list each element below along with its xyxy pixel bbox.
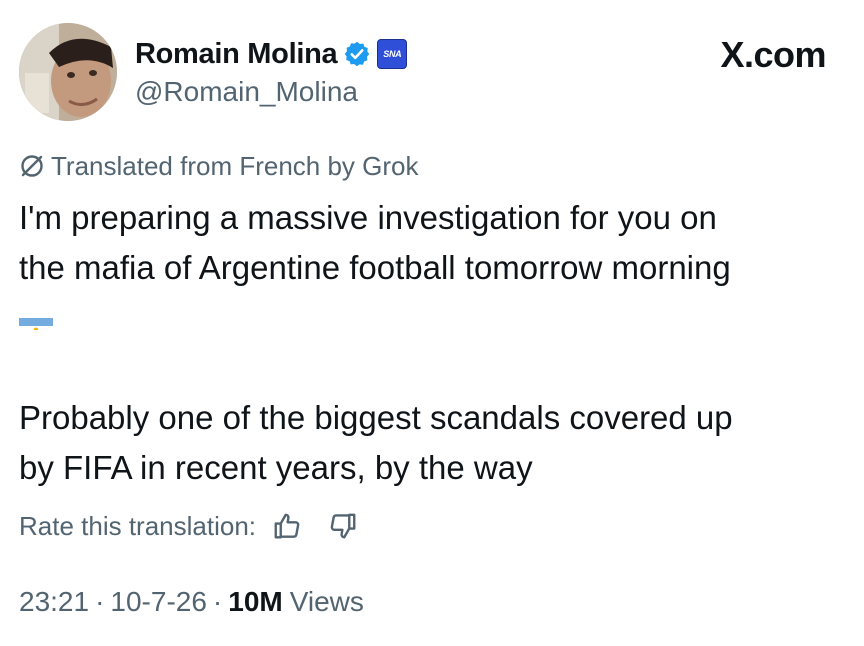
rate-translation-label: Rate this translation: bbox=[19, 510, 257, 541]
author-display-name[interactable]: Romain Molina bbox=[135, 38, 338, 71]
tweet-line: the mafia of Argentine football tomorrow… bbox=[19, 249, 731, 286]
argentina-flag-icon bbox=[19, 306, 53, 330]
tweet-meta: 23:21 · 10-7-26 · 10M Views bbox=[19, 584, 364, 620]
translation-notice: Translated from French by Grok bbox=[19, 150, 419, 182]
tweet-date[interactable]: 10-7-26 bbox=[110, 586, 207, 618]
tweet-flag-line bbox=[19, 293, 849, 343]
rate-translation-row: Rate this translation: bbox=[19, 508, 360, 544]
views-count[interactable]: 10M bbox=[228, 586, 282, 618]
verified-check-icon[interactable] bbox=[343, 40, 371, 68]
thumbs-down-button[interactable] bbox=[326, 509, 360, 543]
brand-label: X.com bbox=[720, 34, 826, 75]
thumbs-up-icon bbox=[274, 513, 300, 539]
author-name-row: Romain Molina SNA bbox=[135, 34, 408, 74]
tweet-line: Probably one of the biggest scandals cov… bbox=[19, 399, 733, 436]
tweet-body: I'm preparing a massive investigation fo… bbox=[19, 193, 849, 493]
avatar-photo bbox=[19, 23, 117, 121]
avatar[interactable] bbox=[19, 23, 117, 121]
tweet-line: by FIFA in recent years, by the way bbox=[19, 449, 533, 486]
tweet-line: I'm preparing a massive investigation fo… bbox=[19, 199, 717, 236]
grok-icon bbox=[19, 153, 45, 179]
thumbs-up-button[interactable] bbox=[270, 509, 304, 543]
translation-notice-text: Translated from French by Grok bbox=[51, 150, 419, 181]
views-label: Views bbox=[289, 586, 364, 617]
thumbs-down-icon bbox=[330, 513, 356, 539]
meta-separator: · bbox=[95, 586, 105, 617]
affiliate-badge[interactable]: SNA bbox=[377, 39, 408, 69]
author-handle[interactable]: @Romain_Molina bbox=[135, 76, 358, 108]
tweet-time[interactable]: 23:21 bbox=[19, 586, 89, 618]
meta-separator: · bbox=[212, 586, 223, 617]
